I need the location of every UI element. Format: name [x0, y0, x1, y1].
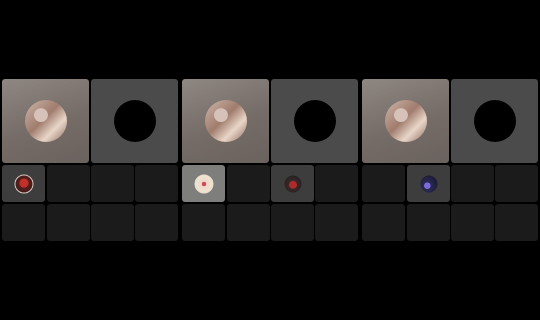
user-photo-avatar: [384, 100, 427, 142]
slot-tile-1[interactable]: [182, 165, 225, 202]
blue-avatar: [420, 175, 437, 192]
participant-tile-placeholder[interactable]: [271, 79, 358, 163]
participant-tile-placeholder[interactable]: [451, 79, 538, 163]
slot-tile-6[interactable]: [407, 204, 450, 241]
slot-tile-6[interactable]: [227, 204, 270, 241]
participant-tile-video[interactable]: [362, 79, 449, 163]
slot-tile-7[interactable]: [451, 204, 494, 241]
slot-tile-5[interactable]: [182, 204, 225, 241]
slot-tile-4[interactable]: [315, 165, 358, 202]
slot-tile-3[interactable]: [91, 165, 134, 202]
empty-avatar-circle: [473, 100, 516, 142]
red-object-avatar: [284, 175, 301, 192]
participant-tile-video[interactable]: [182, 79, 269, 163]
slot-tile-2[interactable]: [407, 165, 450, 202]
user-photo-avatar: [204, 100, 247, 142]
slot-tile-7[interactable]: [271, 204, 314, 241]
red-photo-avatar: [14, 174, 33, 193]
slot-tile-6[interactable]: [47, 204, 90, 241]
participant-grid-panel-1: [2, 79, 178, 242]
participant-grid-panel-3: [362, 79, 538, 242]
participant-grid-panel-2: [182, 79, 358, 242]
slot-tile-2[interactable]: [227, 165, 270, 202]
slot-tile-3[interactable]: [451, 165, 494, 202]
slot-tile-5[interactable]: [2, 204, 45, 241]
slot-tile-1[interactable]: [362, 165, 405, 202]
participant-tile-placeholder[interactable]: [91, 79, 178, 163]
slot-tile-1[interactable]: [2, 165, 45, 202]
slot-tile-2[interactable]: [47, 165, 90, 202]
slot-tile-3[interactable]: [271, 165, 314, 202]
slot-tile-8[interactable]: [135, 204, 178, 241]
slot-tile-4[interactable]: [495, 165, 538, 202]
paper-avatar: [194, 174, 213, 193]
slot-tile-8[interactable]: [495, 204, 538, 241]
participant-tile-video[interactable]: [2, 79, 89, 163]
user-photo-avatar: [24, 100, 67, 142]
slot-tile-7[interactable]: [91, 204, 134, 241]
empty-avatar-circle: [113, 100, 156, 142]
slot-tile-4[interactable]: [135, 165, 178, 202]
slot-tile-5[interactable]: [362, 204, 405, 241]
empty-avatar-circle: [293, 100, 336, 142]
slot-tile-8[interactable]: [315, 204, 358, 241]
